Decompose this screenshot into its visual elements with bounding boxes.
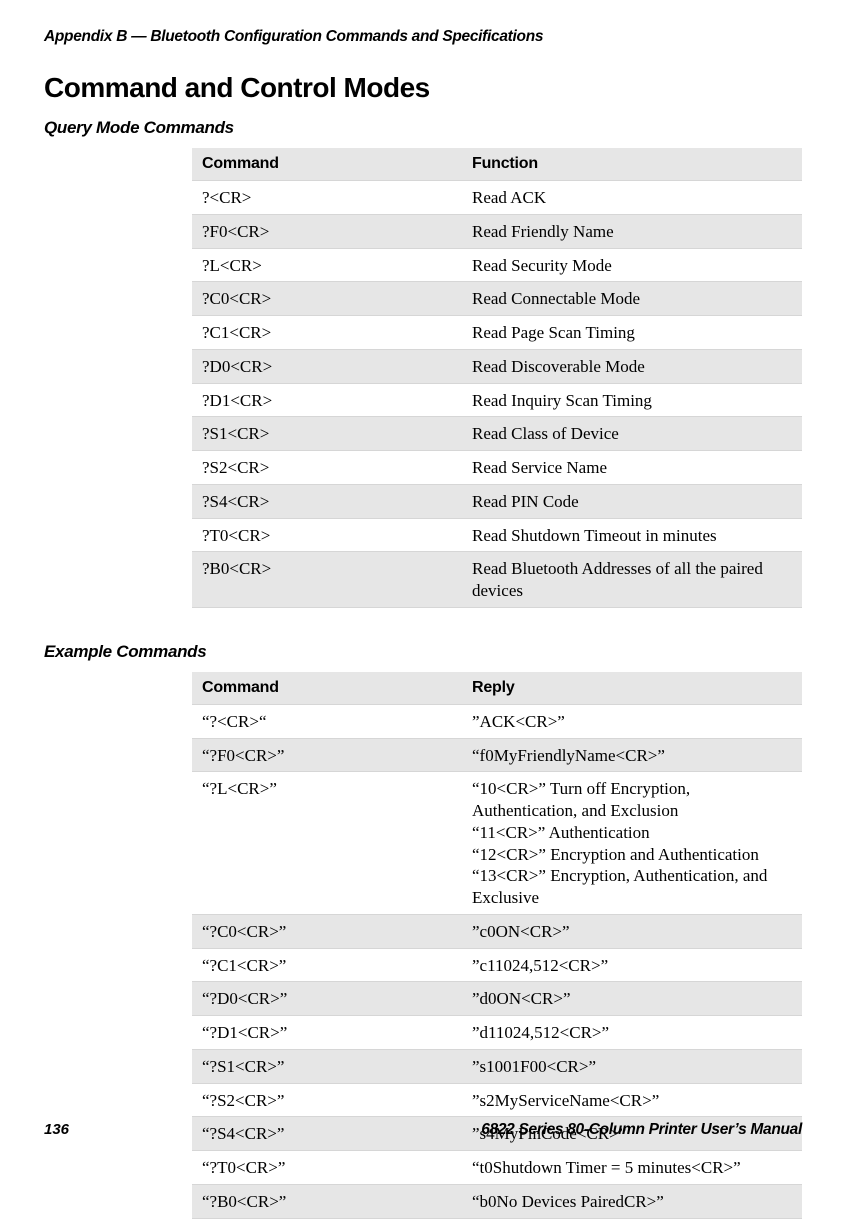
table-row: ?D1<CR>Read Inquiry Scan Timing	[192, 383, 802, 417]
cell-function: Read ACK	[462, 181, 802, 215]
cell-function: Read Shutdown Timeout in minutes	[462, 518, 802, 552]
cell-command: ?S4<CR>	[192, 484, 462, 518]
cell-command: “?T0<CR>”	[192, 1151, 462, 1185]
cell-command: “?C0<CR>”	[192, 914, 462, 948]
table-row: ?S2<CR>Read Service Name	[192, 451, 802, 485]
cell-command: “?<CR>“	[192, 704, 462, 738]
cell-command: “?D1<CR>”	[192, 1016, 462, 1050]
cell-reply: ”c11024,512<CR>”	[462, 948, 802, 982]
cell-function: Read Bluetooth Addresses of all the pair…	[462, 552, 802, 608]
cell-function: Read Connectable Mode	[462, 282, 802, 316]
table-row: ?C1<CR>Read Page Scan Timing	[192, 316, 802, 350]
example-heading: Example Commands	[44, 642, 802, 662]
cell-command: ?S2<CR>	[192, 451, 462, 485]
cell-reply: “b0No Devices PairedCR>”	[462, 1184, 802, 1218]
query-th-function: Function	[462, 148, 802, 181]
table-row: “?C1<CR>””c11024,512<CR>”	[192, 948, 802, 982]
cell-command: ?D1<CR>	[192, 383, 462, 417]
cell-reply: “10<CR>” Turn off Encryption, Authentica…	[462, 772, 802, 915]
cell-command: “?B0<CR>”	[192, 1184, 462, 1218]
table-row: ?L<CR>Read Security Mode	[192, 248, 802, 282]
table-row: “?T0<CR>”“t0Shutdown Timer = 5 minutes<C…	[192, 1151, 802, 1185]
cell-command: “?C1<CR>”	[192, 948, 462, 982]
cell-reply: ”d11024,512<CR>”	[462, 1016, 802, 1050]
cell-reply: ”ACK<CR>”	[462, 704, 802, 738]
query-th-command: Command	[192, 148, 462, 181]
table-row: ?B0<CR>Read Bluetooth Addresses of all t…	[192, 552, 802, 608]
cell-function: Read Inquiry Scan Timing	[462, 383, 802, 417]
example-th-reply: Reply	[462, 672, 802, 705]
section-title: Command and Control Modes	[44, 72, 802, 104]
page-number: 136	[44, 1121, 69, 1138]
cell-command: ?B0<CR>	[192, 552, 462, 608]
cell-command: ?T0<CR>	[192, 518, 462, 552]
table-row: “?C0<CR>””c0ON<CR>”	[192, 914, 802, 948]
cell-command: ?<CR>	[192, 181, 462, 215]
table-row: “?F0<CR>”“f0MyFriendlyName<CR>”	[192, 738, 802, 772]
example-th-command: Command	[192, 672, 462, 705]
cell-command: ?S1<CR>	[192, 417, 462, 451]
cell-command: “?L<CR>”	[192, 772, 462, 915]
cell-command: ?C0<CR>	[192, 282, 462, 316]
cell-command: ?D0<CR>	[192, 349, 462, 383]
cell-reply: ”c0ON<CR>”	[462, 914, 802, 948]
table-row: ?F0<CR>Read Friendly Name	[192, 214, 802, 248]
cell-command: “?S2<CR>”	[192, 1083, 462, 1117]
table-row: ?T0<CR>Read Shutdown Timeout in minutes	[192, 518, 802, 552]
cell-command: “?D0<CR>”	[192, 982, 462, 1016]
table-row: ?S1<CR>Read Class of Device	[192, 417, 802, 451]
table-row: ?S4<CR>Read PIN Code	[192, 484, 802, 518]
table-row: ?<CR>Read ACK	[192, 181, 802, 215]
cell-reply: “t0Shutdown Timer = 5 minutes<CR>”	[462, 1151, 802, 1185]
cell-function: Read Class of Device	[462, 417, 802, 451]
query-heading: Query Mode Commands	[44, 118, 802, 138]
cell-function: Read Friendly Name	[462, 214, 802, 248]
cell-command: “?F0<CR>”	[192, 738, 462, 772]
table-row: “?B0<CR>”“b0No Devices PairedCR>”	[192, 1184, 802, 1218]
page-footer: 136 6822 Series 80-Column Printer User’s…	[44, 1121, 802, 1139]
table-row: ?C0<CR>Read Connectable Mode	[192, 282, 802, 316]
table-row: “?D0<CR>””d0ON<CR>”	[192, 982, 802, 1016]
document-title: 6822 Series 80-Column Printer User’s Man…	[481, 1121, 802, 1139]
table-row: “?L<CR>”“10<CR>” Turn off Encryption, Au…	[192, 772, 802, 915]
cell-reply: ”s2MyServiceName<CR>”	[462, 1083, 802, 1117]
table-row: “?<CR>“”ACK<CR>”	[192, 704, 802, 738]
cell-function: Read Security Mode	[462, 248, 802, 282]
cell-function: Read PIN Code	[462, 484, 802, 518]
table-row: “?D1<CR>””d11024,512<CR>”	[192, 1016, 802, 1050]
cell-reply: ”d0ON<CR>”	[462, 982, 802, 1016]
cell-reply: ”s1001F00<CR>”	[462, 1049, 802, 1083]
query-table: Command Function ?<CR>Read ACK ?F0<CR>Re…	[192, 148, 802, 608]
cell-command: ?C1<CR>	[192, 316, 462, 350]
cell-command: ?F0<CR>	[192, 214, 462, 248]
cell-function: Read Page Scan Timing	[462, 316, 802, 350]
table-row: “?S1<CR>””s1001F00<CR>”	[192, 1049, 802, 1083]
table-row: ?D0<CR>Read Discoverable Mode	[192, 349, 802, 383]
table-row: “?S2<CR>””s2MyServiceName<CR>”	[192, 1083, 802, 1117]
cell-function: Read Discoverable Mode	[462, 349, 802, 383]
page-header: Appendix B — Bluetooth Configuration Com…	[44, 28, 802, 46]
cell-reply: “f0MyFriendlyName<CR>”	[462, 738, 802, 772]
cell-function: Read Service Name	[462, 451, 802, 485]
cell-command: ?L<CR>	[192, 248, 462, 282]
cell-command: “?S1<CR>”	[192, 1049, 462, 1083]
